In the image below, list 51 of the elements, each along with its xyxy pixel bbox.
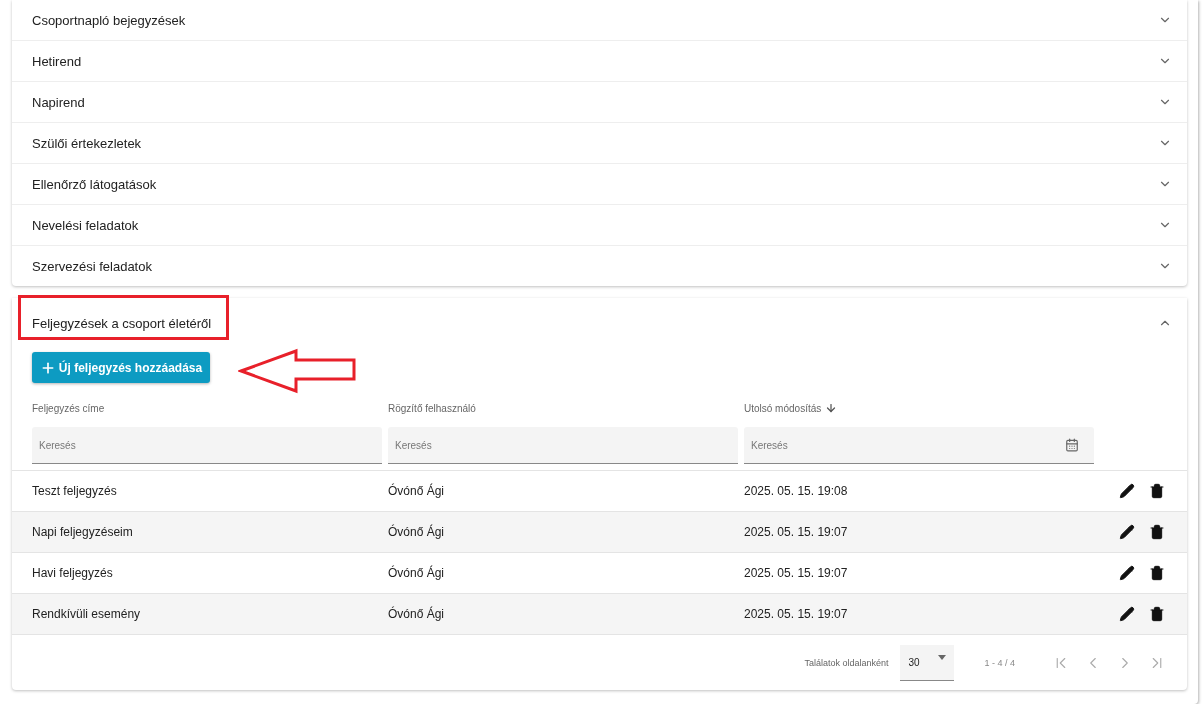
section-title: Csoportnapló bejegyzések	[32, 12, 186, 28]
edit-button[interactable]	[1119, 606, 1135, 622]
search-field[interactable]: Keresés	[388, 427, 738, 464]
section-title: Szülői értekezletek	[32, 135, 142, 151]
caret-icon	[938, 654, 947, 660]
column-header[interactable]: Utolsó módosítás	[744, 402, 822, 414]
table-cell-text: Havi feljegyzés	[32, 566, 114, 580]
accordion-header[interactable]: Szülői értekezletek	[12, 123, 1187, 164]
field-placeholder: Keresés	[39, 439, 76, 451]
table-cell-text: Napi feljegyzéseim	[32, 525, 134, 539]
sort-arrow-icon[interactable]	[825, 402, 838, 414]
section-title: Hetirend	[32, 53, 82, 69]
accordion-header[interactable]: Feljegyzések a csoport életéről	[12, 298, 1187, 348]
accordion-header[interactable]: Napirend	[12, 82, 1187, 123]
section-title: Feljegyzések a csoport életéről	[32, 315, 212, 331]
table-cell-text: 2025. 05. 15. 19:07	[744, 566, 849, 580]
accordion-header[interactable]: Hetirend	[12, 41, 1187, 82]
delete-button[interactable]	[1149, 565, 1165, 581]
table-cell-text: Óvónő Ági	[388, 566, 446, 580]
table-cell-text: 2025. 05. 15. 19:07	[744, 525, 849, 539]
delete-button[interactable]	[1149, 524, 1165, 540]
calendar-icon[interactable]	[1065, 438, 1079, 452]
accordion-header[interactable]: Szervezési feladatok	[12, 246, 1187, 286]
page-range: 1 - 4 / 4	[984, 657, 1015, 668]
column-header[interactable]: Feljegyzés címe	[32, 402, 105, 414]
search-field[interactable]: Keresés	[32, 427, 382, 464]
accordion-header[interactable]: Nevelési feladatok	[12, 205, 1187, 246]
table-cell-text: Rendkívüli esemény	[32, 607, 142, 621]
field-placeholder: Keresés	[751, 439, 788, 451]
table-cell-text: Óvónő Ági	[388, 484, 446, 498]
section-title: Nevelési feladatok	[32, 217, 139, 233]
table-cell-text: 2025. 05. 15. 19:08	[744, 484, 849, 498]
per-page-label: Találatok oldalanként	[804, 657, 889, 668]
accordion-header[interactable]: Csoportnapló bejegyzések	[12, 0, 1187, 41]
section-title: Ellenőrző látogatások	[32, 176, 157, 192]
table-cell-text: Teszt feljegyzés	[32, 484, 118, 498]
delete-button[interactable]	[1149, 483, 1165, 499]
section-title: Napirend	[32, 94, 85, 110]
field-placeholder: Keresés	[395, 439, 432, 451]
table-cell-text: Óvónő Ági	[388, 525, 446, 539]
section-title: Szervezési feladatok	[32, 258, 152, 274]
per-page-select[interactable]: 30	[900, 644, 955, 681]
table-cell-text: Óvónő Ági	[388, 607, 446, 621]
edit-button[interactable]	[1119, 565, 1135, 581]
edit-button[interactable]	[1119, 483, 1135, 499]
search-field[interactable]: Keresés	[744, 427, 1094, 464]
edit-button[interactable]	[1119, 524, 1135, 540]
accordion-header[interactable]: Ellenőrző látogatások	[12, 164, 1187, 205]
delete-button[interactable]	[1149, 606, 1165, 622]
table-cell-text: 2025. 05. 15. 19:07	[744, 607, 849, 621]
column-header[interactable]: Rögzítő felhasználó	[388, 402, 476, 414]
